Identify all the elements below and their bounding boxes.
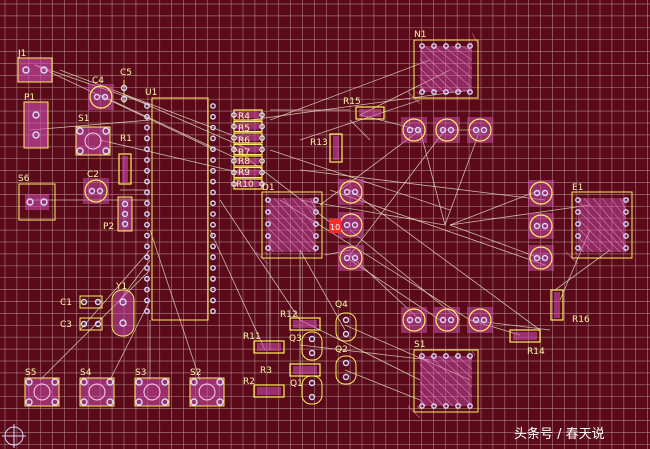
label-P2: P2 bbox=[103, 222, 114, 232]
label-C2: C2 bbox=[87, 170, 99, 180]
resistor-R11-body bbox=[257, 343, 281, 351]
led-column-1[interactable] bbox=[338, 179, 364, 205]
led-column-2[interactable] bbox=[338, 212, 364, 238]
switch-S6-body bbox=[25, 194, 49, 210]
label-R8: R8 bbox=[238, 157, 250, 167]
label-U1: U1 bbox=[145, 88, 157, 98]
capacitor-C4[interactable] bbox=[88, 84, 114, 110]
label-S6: S6 bbox=[18, 174, 30, 184]
resistor-R14-body bbox=[513, 332, 537, 340]
led-column-3[interactable] bbox=[338, 245, 364, 271]
label-R5: R5 bbox=[238, 124, 250, 134]
led-row-bottom-3[interactable] bbox=[467, 307, 493, 333]
label-R12: R12 bbox=[280, 310, 298, 320]
resistor-R2-body bbox=[257, 387, 281, 395]
label-R11: R11 bbox=[243, 332, 261, 342]
resistor-R16-body bbox=[554, 292, 560, 318]
label-S1-bottom: S1 bbox=[414, 340, 425, 350]
pcb-layout-canvas[interactable]: J1 P1 C4 C5 U1 S1 R1 C2 P2 S6 Y1 C1 C3 R… bbox=[0, 0, 650, 449]
label-R1: R1 bbox=[120, 134, 132, 144]
label-S3: S3 bbox=[135, 368, 146, 378]
label-C1: C1 bbox=[60, 298, 72, 308]
label-R6: R6 bbox=[238, 136, 250, 146]
led-row-bottom-1[interactable] bbox=[401, 307, 427, 333]
label-C5: C5 bbox=[120, 68, 132, 78]
resistor-R13-body bbox=[333, 136, 339, 160]
label-D1: D1 bbox=[262, 183, 275, 193]
label-R14: R14 bbox=[527, 347, 545, 357]
resistor-R15-body bbox=[359, 109, 381, 117]
switch-S5[interactable] bbox=[25, 378, 59, 406]
label-S5: S5 bbox=[25, 368, 36, 378]
label-R9: R9 bbox=[238, 168, 250, 178]
label-Q4: Q4 bbox=[335, 300, 348, 310]
label-R16: R16 bbox=[572, 315, 590, 325]
resistor-R3-body bbox=[293, 366, 317, 374]
label-R10: R10 bbox=[236, 180, 254, 190]
crystal-Y1[interactable] bbox=[112, 290, 134, 336]
label-P1: P1 bbox=[24, 93, 35, 103]
label-S4: S4 bbox=[80, 368, 92, 378]
led-right-3[interactable] bbox=[528, 245, 554, 271]
label-C4: C4 bbox=[92, 76, 104, 86]
connector-P1[interactable] bbox=[24, 102, 48, 148]
led-right-2[interactable] bbox=[528, 213, 554, 239]
led-row-top-2[interactable] bbox=[434, 117, 460, 143]
label-N1: N1 bbox=[414, 30, 426, 40]
resistor-R12-body bbox=[293, 320, 317, 328]
switch-S3[interactable] bbox=[135, 378, 169, 406]
label-Q1: Q1 bbox=[290, 379, 303, 389]
watermark: 头条号 / 春天说 bbox=[514, 426, 605, 442]
label-R2: R2 bbox=[243, 377, 255, 387]
label-R3: R3 bbox=[260, 366, 272, 376]
led-row-top-3[interactable] bbox=[467, 117, 493, 143]
label-S2: S2 bbox=[190, 368, 201, 378]
label-C3: C3 bbox=[60, 320, 72, 330]
resistor-R1-body bbox=[122, 156, 128, 182]
label-S1-top: S1 bbox=[78, 114, 89, 124]
switch-S4[interactable] bbox=[80, 378, 114, 406]
led-right-1[interactable] bbox=[528, 180, 554, 206]
label-J1: J1 bbox=[17, 49, 26, 59]
error-marker-label: 10 bbox=[330, 223, 340, 232]
label-Q2: Q2 bbox=[335, 345, 348, 355]
label-R15: R15 bbox=[343, 97, 361, 107]
label-Q3: Q3 bbox=[289, 334, 302, 344]
label-E1: E1 bbox=[572, 183, 583, 193]
switch-S2[interactable] bbox=[190, 378, 224, 406]
led-row-top-1[interactable] bbox=[401, 117, 427, 143]
switch-S1-top[interactable] bbox=[76, 127, 110, 155]
led-row-bottom-2[interactable] bbox=[434, 307, 460, 333]
label-R13: R13 bbox=[310, 138, 328, 148]
label-Y1: Y1 bbox=[115, 282, 127, 292]
label-R4: R4 bbox=[238, 112, 250, 122]
capacitor-C2[interactable] bbox=[83, 178, 109, 204]
